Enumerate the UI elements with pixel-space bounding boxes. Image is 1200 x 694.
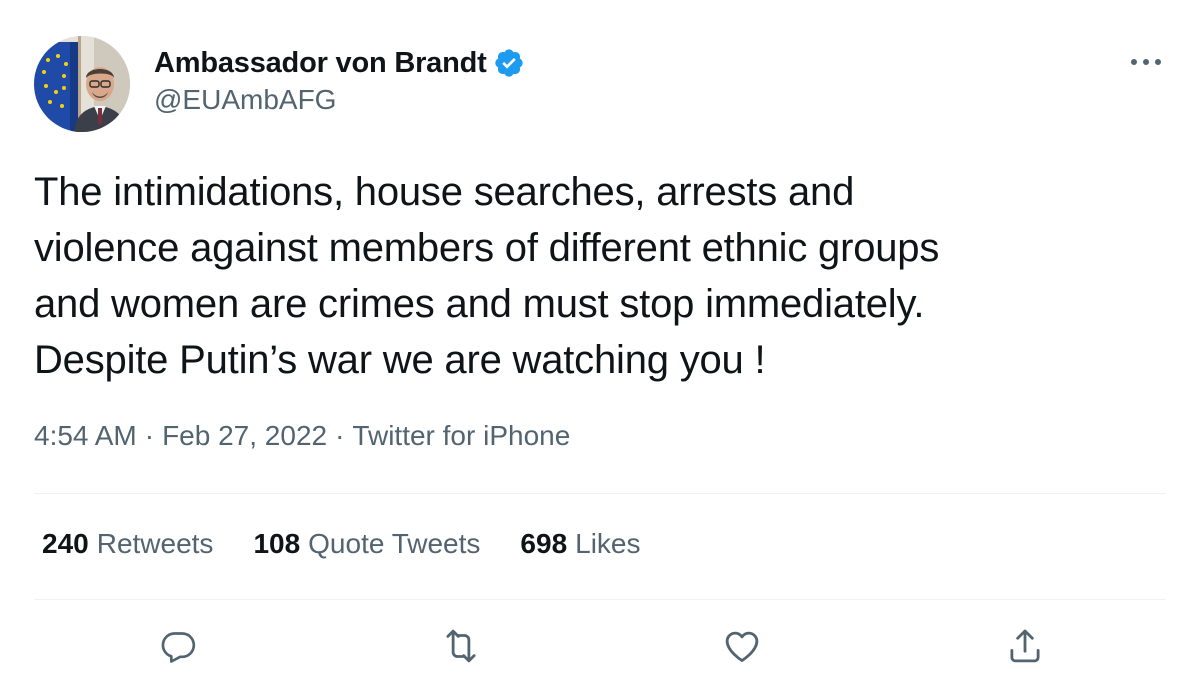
quote-tweets-stat[interactable]: 108 Quote Tweets	[253, 528, 480, 560]
like-button[interactable]	[718, 622, 766, 670]
share-icon	[1010, 629, 1040, 663]
display-name[interactable]: Ambassador von Brandt	[154, 47, 487, 80]
avatar-image	[34, 36, 130, 132]
quote-tweets-count: 108	[253, 528, 301, 559]
author-info: Ambassador von Brandt @EUAmbAFG	[154, 44, 525, 116]
more-options-button[interactable]	[1128, 50, 1164, 74]
tweet-stats: 240 Retweets 108 Quote Tweets 698 Likes	[42, 528, 681, 560]
retweet-icon	[446, 629, 476, 663]
divider	[34, 493, 1166, 494]
tweet-meta: 4:54 AM · Feb 27, 2022 · Twitter for iPh…	[34, 420, 570, 452]
tweet-date[interactable]: Feb 27, 2022	[162, 420, 327, 452]
meta-separator: ·	[335, 420, 345, 451]
avatar[interactable]	[34, 36, 130, 132]
tweet-source[interactable]: Twitter for iPhone	[352, 420, 570, 452]
reply-button[interactable]	[154, 622, 202, 670]
name-row: Ambassador von Brandt	[154, 44, 525, 82]
tweet-time[interactable]: 4:54 AM	[34, 420, 137, 452]
divider	[34, 599, 1166, 600]
reply-icon	[161, 632, 196, 663]
more-horizontal-icon	[1131, 59, 1161, 65]
likes-count: 698	[520, 528, 568, 559]
share-button[interactable]	[1001, 622, 1049, 670]
retweet-button[interactable]	[437, 622, 485, 670]
tweet-text: The intimidations, house searches, arres…	[34, 170, 940, 382]
retweets-stat[interactable]: 240 Retweets	[42, 528, 213, 560]
verified-badge-icon	[493, 47, 525, 79]
tweet-card: Ambassador von Brandt @EUAmbAFG The inti…	[0, 0, 1200, 694]
likes-label: Likes	[575, 528, 641, 559]
retweets-label: Retweets	[96, 528, 214, 559]
likes-stat[interactable]: 698 Likes	[520, 528, 640, 560]
quote-tweets-label: Quote Tweets	[308, 528, 481, 559]
handle[interactable]: @EUAmbAFG	[154, 84, 525, 116]
meta-separator: ·	[144, 420, 155, 451]
retweets-count: 240	[42, 528, 89, 559]
tweet-actions	[0, 622, 1200, 678]
heart-icon	[725, 631, 759, 662]
